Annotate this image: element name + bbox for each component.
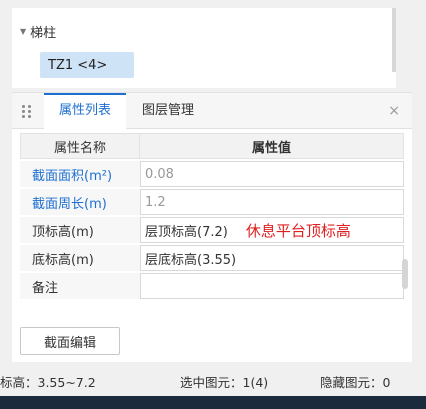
close-icon[interactable]: × (388, 93, 400, 129)
tree-group-label: 梯柱 (30, 25, 57, 41)
property-name: 截面面积(m²) (20, 161, 140, 187)
component-tree: ▼ 梯柱 TZ1 <4> (12, 8, 396, 88)
status-elevation: 标高：3.55~7.2 (0, 375, 96, 390)
property-panel: 属性列表 图层管理 × 属性名称 属性值 截面面积(m²) 0.08 截面周长(… (12, 92, 412, 362)
canvas-strip (0, 396, 426, 409)
status-bar: 标高：3.55~7.2 选中图元：1(4) 隐藏图元：0 (0, 366, 426, 394)
property-value[interactable]: 0.08 (140, 161, 404, 187)
property-table-header: 属性名称 属性值 (20, 133, 404, 159)
property-value[interactable] (140, 273, 404, 299)
property-row-top-elevation: 顶标高(m) 层顶标高(7.2) 休息平台顶标高 (20, 217, 404, 243)
red-annotation: 休息平台顶标高 (245, 221, 351, 240)
property-row-area: 截面面积(m²) 0.08 (20, 161, 404, 187)
property-name: 顶标高(m) (20, 217, 140, 243)
tree-group-node[interactable]: ▼ 梯柱 (20, 22, 57, 41)
property-name: 备注 (20, 273, 140, 299)
tree-selected-item[interactable]: TZ1 <4> (40, 52, 134, 78)
panel-tab-bar: 属性列表 图层管理 × (12, 93, 412, 129)
column-header-value: 属性值 (140, 133, 404, 159)
property-name: 底标高(m) (20, 245, 140, 271)
status-selected-count: 选中图元：1(4) (180, 375, 269, 390)
property-name: 截面周长(m) (20, 189, 140, 215)
property-table: 属性名称 属性值 截面面积(m²) 0.08 截面周长(m) 1.2 顶标高(m… (20, 133, 404, 299)
collapse-arrow-icon[interactable]: ▼ (20, 27, 26, 36)
app-window: ▼ 梯柱 TZ1 <4> 属性列表 图层管理 × 属性名称 属性值 截面面积(m… (0, 0, 426, 409)
property-row-bottom-elevation: 底标高(m) 层底标高(3.55) (20, 245, 404, 271)
property-scrollbar[interactable] (402, 259, 408, 289)
tab-layer-management[interactable]: 图层管理 (142, 93, 194, 129)
status-hidden-count: 隐藏图元：0 (320, 375, 391, 390)
section-edit-button[interactable]: 截面编辑 (20, 327, 120, 355)
property-value: 层顶标高(7.2) (145, 224, 228, 240)
property-value[interactable]: 1.2 (140, 189, 404, 215)
property-value-field[interactable]: 层顶标高(7.2) 休息平台顶标高 (140, 217, 404, 243)
property-row-perimeter: 截面周长(m) 1.2 (20, 189, 404, 215)
tree-scrollbar[interactable] (392, 8, 396, 72)
drag-handle-icon[interactable] (22, 103, 32, 119)
property-value[interactable]: 层底标高(3.55) (140, 245, 404, 271)
property-row-remark: 备注 (20, 273, 404, 299)
column-header-name: 属性名称 (20, 133, 140, 159)
tab-property-list[interactable]: 属性列表 (44, 93, 126, 129)
